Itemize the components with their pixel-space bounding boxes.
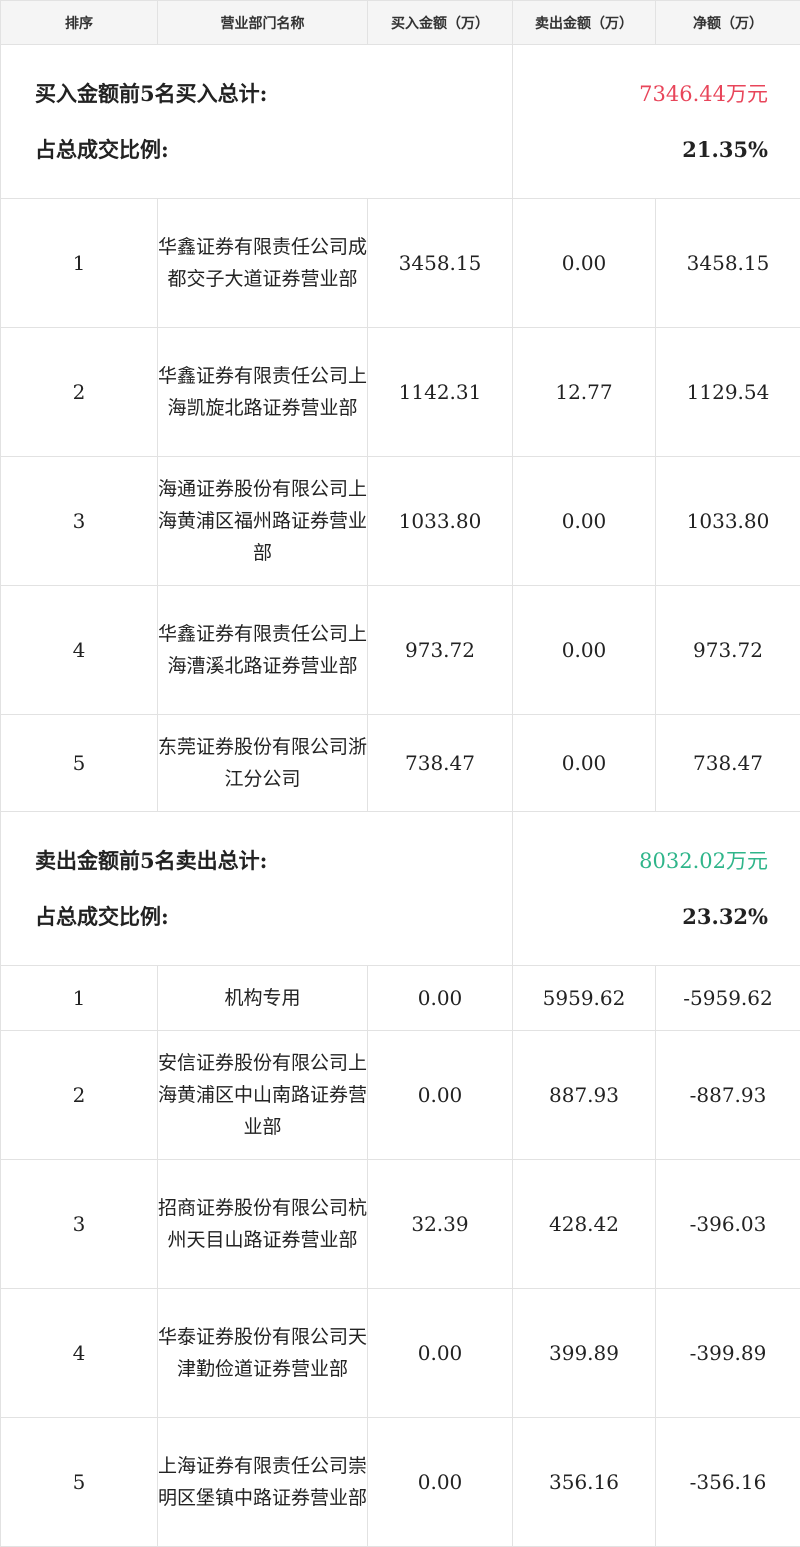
sell-summary-values: 8032.02万元 23.32% — [512, 811, 800, 966]
department-name-cell: 安信证券股份有限公司上海黄浦区中山南路证券营业部 — [157, 1030, 368, 1160]
department-name-cell: 机构专用 — [157, 965, 368, 1031]
rank-cell: 4 — [0, 585, 158, 715]
rank-cell: 5 — [0, 714, 158, 812]
sell-amount-cell: 399.89 — [512, 1288, 656, 1418]
department-name-cell: 华鑫证券有限责任公司上海凯旋北路证券营业部 — [157, 327, 368, 457]
table-row: 2 华鑫证券有限责任公司上海凯旋北路证券营业部 1142.31 12.77 11… — [0, 327, 800, 457]
sell-amount-cell: 0.00 — [512, 198, 656, 328]
department-name-cell: 华泰证券股份有限公司天津勤俭道证券营业部 — [157, 1288, 368, 1418]
department-name-cell: 东莞证券股份有限公司浙江分公司 — [157, 714, 368, 812]
sell-ratio-value: 23.32% — [682, 903, 768, 929]
table-row: 1 华鑫证券有限责任公司成都交子大道证券营业部 3458.15 0.00 345… — [0, 198, 800, 328]
sell-ratio-label: 占总成交比例: — [35, 903, 169, 929]
buy-total-label: 买入金额前5名买入总计: — [35, 80, 268, 106]
sell-amount-cell: 356.16 — [512, 1417, 656, 1547]
sell-amount-cell: 5959.62 — [512, 965, 656, 1031]
sell-amount-cell: 0.00 — [512, 585, 656, 715]
header-rank: 排序 — [0, 0, 158, 45]
department-name-cell: 招商证券股份有限公司杭州天目山路证券营业部 — [157, 1159, 368, 1289]
buy-amount-cell: 1033.80 — [367, 456, 513, 586]
buy-summary-values: 7346.44万元 21.35% — [512, 44, 800, 199]
sell-summary-row: 卖出金额前5名卖出总计: 占总成交比例: 8032.02万元 23.32% — [0, 811, 800, 966]
net-amount-cell: 1129.54 — [655, 327, 800, 457]
rank-cell: 5 — [0, 1417, 158, 1547]
rank-cell: 2 — [0, 1030, 158, 1160]
header-buy: 买入金额（万） — [367, 0, 513, 45]
rank-cell: 3 — [0, 1159, 158, 1289]
rank-cell: 3 — [0, 456, 158, 586]
net-amount-cell: 738.47 — [655, 714, 800, 812]
buy-summary-labels: 买入金额前5名买入总计: 占总成交比例: — [0, 44, 513, 199]
department-name-cell: 海通证券股份有限公司上海黄浦区福州路证券营业部 — [157, 456, 368, 586]
table-row: 5 上海证券有限责任公司崇明区堡镇中路证券营业部 0.00 356.16 -35… — [0, 1417, 800, 1547]
buy-ratio-label: 占总成交比例: — [35, 136, 169, 162]
net-amount-cell: -396.03 — [655, 1159, 800, 1289]
table-row: 5 东莞证券股份有限公司浙江分公司 738.47 0.00 738.47 — [0, 714, 800, 812]
header-row: 排序 营业部门名称 买入金额（万） 卖出金额（万） 净额（万） — [0, 0, 800, 45]
net-amount-cell: -399.89 — [655, 1288, 800, 1418]
header-name: 营业部门名称 — [157, 0, 368, 45]
buy-amount-cell: 3458.15 — [367, 198, 513, 328]
department-name-cell: 上海证券有限责任公司崇明区堡镇中路证券营业部 — [157, 1417, 368, 1547]
buy-amount-cell: 1142.31 — [367, 327, 513, 457]
net-amount-cell: -356.16 — [655, 1417, 800, 1547]
rank-cell: 1 — [0, 965, 158, 1031]
net-amount-cell: 3458.15 — [655, 198, 800, 328]
table-row: 1 机构专用 0.00 5959.62 -5959.62 — [0, 965, 800, 1031]
buy-ratio-value: 21.35% — [682, 136, 768, 162]
sell-amount-cell: 0.00 — [512, 456, 656, 586]
rank-cell: 4 — [0, 1288, 158, 1418]
table-row: 3 海通证券股份有限公司上海黄浦区福州路证券营业部 1033.80 0.00 1… — [0, 456, 800, 586]
net-amount-cell: 1033.80 — [655, 456, 800, 586]
buy-amount-cell: 0.00 — [367, 1030, 513, 1160]
sell-amount-cell: 887.93 — [512, 1030, 656, 1160]
sell-summary-labels: 卖出金额前5名卖出总计: 占总成交比例: — [0, 811, 513, 966]
buy-amount-cell: 0.00 — [367, 1288, 513, 1418]
table-row: 2 安信证券股份有限公司上海黄浦区中山南路证券营业部 0.00 887.93 -… — [0, 1030, 800, 1160]
buy-amount-cell: 738.47 — [367, 714, 513, 812]
table-row: 3 招商证券股份有限公司杭州天目山路证券营业部 32.39 428.42 -39… — [0, 1159, 800, 1289]
buy-amount-cell: 973.72 — [367, 585, 513, 715]
sell-total-label: 卖出金额前5名卖出总计: — [35, 847, 268, 873]
sell-amount-cell: 12.77 — [512, 327, 656, 457]
trading-table: 排序 营业部门名称 买入金额（万） 卖出金额（万） 净额（万） 买入金额前5名买… — [0, 0, 800, 1547]
rank-cell: 2 — [0, 327, 158, 457]
table-row: 4 华鑫证券有限责任公司上海漕溪北路证券营业部 973.72 0.00 973.… — [0, 585, 800, 715]
rank-cell: 1 — [0, 198, 158, 328]
header-net: 净额（万） — [655, 0, 800, 45]
header-sell: 卖出金额（万） — [512, 0, 656, 45]
net-amount-cell: -887.93 — [655, 1030, 800, 1160]
department-name-cell: 华鑫证券有限责任公司上海漕溪北路证券营业部 — [157, 585, 368, 715]
sell-amount-cell: 0.00 — [512, 714, 656, 812]
sell-total-value: 8032.02万元 — [639, 848, 768, 873]
sell-amount-cell: 428.42 — [512, 1159, 656, 1289]
department-name-cell: 华鑫证券有限责任公司成都交子大道证券营业部 — [157, 198, 368, 328]
buy-amount-cell: 0.00 — [367, 965, 513, 1031]
net-amount-cell: 973.72 — [655, 585, 800, 715]
buy-amount-cell: 32.39 — [367, 1159, 513, 1289]
buy-total-value: 7346.44万元 — [639, 81, 768, 106]
net-amount-cell: -5959.62 — [655, 965, 800, 1031]
table-row: 4 华泰证券股份有限公司天津勤俭道证券营业部 0.00 399.89 -399.… — [0, 1288, 800, 1418]
buy-amount-cell: 0.00 — [367, 1417, 513, 1547]
buy-summary-row: 买入金额前5名买入总计: 占总成交比例: 7346.44万元 21.35% — [0, 44, 800, 199]
